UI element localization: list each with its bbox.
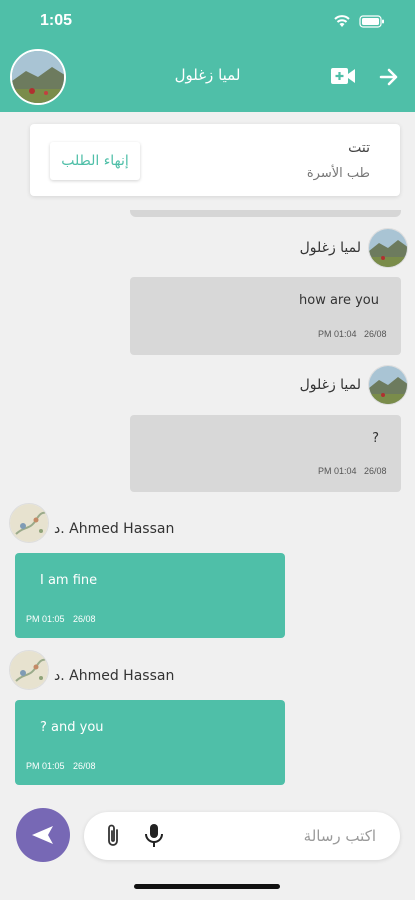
landscape-photo-icon xyxy=(369,229,407,267)
message-date: 26/08 xyxy=(364,466,387,476)
message-date: 26/08 xyxy=(73,614,96,624)
sender-name: لميا زغلول xyxy=(299,377,361,393)
message-date: 26/08 xyxy=(364,329,387,339)
status-time: 1:05 xyxy=(40,12,73,29)
chat-header: لميا زغلول xyxy=(0,44,415,112)
home-indicator xyxy=(134,884,280,889)
message-time: PM 01:05 xyxy=(26,614,65,624)
status-icons xyxy=(333,14,385,28)
patient-name: تتت xyxy=(348,140,370,156)
map-photo-icon xyxy=(10,504,48,542)
video-camera-icon[interactable] xyxy=(330,66,356,86)
message-bubble: ? and you PM 01:05 26/08 xyxy=(15,700,285,785)
message-time: PM 01:05 xyxy=(26,761,65,771)
wifi-icon xyxy=(334,15,350,27)
end-request-button[interactable]: إنهاء الطلب xyxy=(50,142,140,180)
message-text: ? and you xyxy=(40,720,104,735)
message-bubble: how are you PM 01:04 26/08 xyxy=(130,277,401,355)
message-date: 26/08 xyxy=(73,761,96,771)
map-photo-icon xyxy=(10,651,48,689)
landscape-photo-icon xyxy=(369,366,407,404)
request-card: إنهاء الطلب تتت طب الأسرة xyxy=(30,124,400,196)
arrow-right-icon[interactable] xyxy=(378,66,400,88)
message-time: PM 01:04 xyxy=(318,329,357,339)
sender-name: لميا زغلول xyxy=(299,240,361,256)
message-bubble: ? PM 01:04 26/08 xyxy=(130,415,401,492)
attachment-icon[interactable] xyxy=(104,822,122,850)
message-text: how are you xyxy=(299,293,379,308)
sender-avatar xyxy=(368,228,408,268)
microphone-icon[interactable] xyxy=(144,823,164,849)
doctor-avatar xyxy=(9,650,49,690)
sender-name: د. Ahmed Hassan xyxy=(54,668,175,684)
message-input[interactable] xyxy=(196,820,376,852)
previous-message-edge xyxy=(130,210,401,217)
status-bar: 1:05 xyxy=(0,0,415,44)
sender-name: د. Ahmed Hassan xyxy=(54,521,175,537)
message-text: ? xyxy=(372,431,379,446)
message-text: I am fine xyxy=(40,573,98,588)
message-composer xyxy=(84,812,400,860)
message-time: PM 01:04 xyxy=(318,466,357,476)
doctor-avatar xyxy=(9,503,49,543)
sender-avatar xyxy=(368,365,408,405)
battery-icon xyxy=(359,14,384,28)
specialty-label: طب الأسرة xyxy=(306,166,370,181)
send-button[interactable] xyxy=(16,808,70,862)
send-icon xyxy=(32,826,53,844)
message-bubble: I am fine PM 01:05 26/08 xyxy=(15,553,285,638)
